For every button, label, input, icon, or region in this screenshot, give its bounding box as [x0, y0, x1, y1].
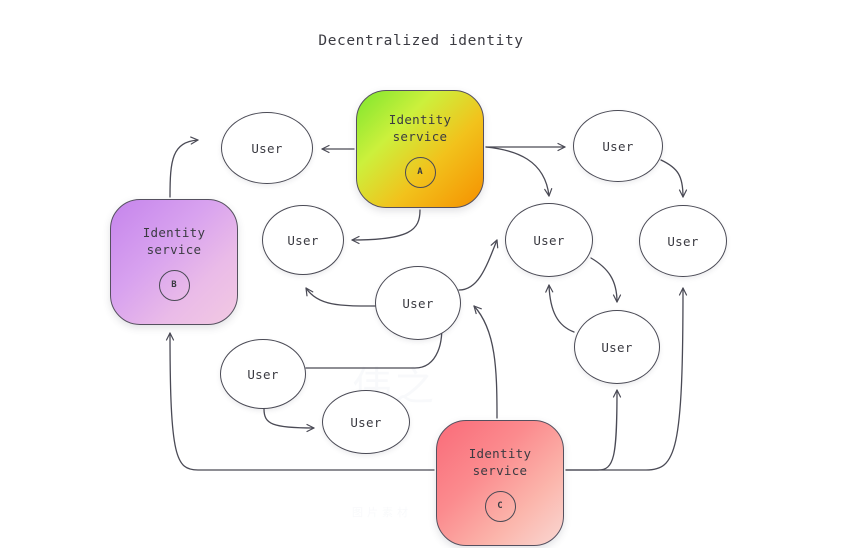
edge-u4-to-u7	[590, 257, 622, 303]
user-node-u3[interactable]: User	[262, 205, 344, 275]
user-node-u5[interactable]: User	[639, 205, 727, 277]
identity-service-c[interactable]: Identity service C	[436, 420, 564, 546]
edge-b-to-u1	[169, 136, 199, 198]
user-node-u6[interactable]: User	[375, 266, 461, 340]
user-node-label: User	[402, 295, 434, 311]
identity-service-a[interactable]: Identity service A	[356, 90, 484, 208]
identity-service-badge-a: A	[404, 156, 436, 188]
user-node-label: User	[251, 140, 283, 156]
user-node-label: User	[533, 232, 565, 248]
edge-u8-to-u9	[263, 408, 315, 433]
diagram-canvas: Decentralized identity 伟之 图片素材 User User…	[0, 0, 842, 548]
user-node-u7[interactable]: User	[574, 310, 660, 384]
identity-service-title: Identity service	[388, 111, 452, 144]
user-node-label: User	[602, 138, 634, 154]
identity-service-badge-c: C	[484, 490, 516, 522]
edge-a-to-u4	[485, 146, 553, 197]
user-node-label: User	[601, 339, 633, 355]
edge-c-to-u6	[473, 305, 498, 419]
identity-service-title: Identity service	[142, 224, 206, 257]
user-node-u9[interactable]: User	[322, 390, 410, 454]
user-node-u4[interactable]: User	[505, 203, 593, 277]
identity-service-title: Identity service	[468, 445, 532, 478]
edge-u6-to-u3	[305, 287, 376, 307]
user-node-label: User	[667, 233, 699, 249]
edge-u6-to-u4	[458, 239, 499, 291]
edge-a-to-u3	[351, 209, 421, 245]
edge-u7-to-u4	[545, 284, 575, 333]
edge-c-to-u7	[565, 389, 622, 471]
user-node-label: User	[350, 414, 382, 430]
user-node-label: User	[247, 366, 279, 382]
edge-u2-to-u5	[660, 159, 688, 198]
identity-service-badge-b: B	[158, 269, 190, 301]
user-node-label: User	[287, 232, 319, 248]
user-node-u2[interactable]: User	[573, 110, 663, 182]
user-node-u8[interactable]: User	[220, 339, 306, 409]
identity-service-b[interactable]: Identity service B	[110, 199, 238, 325]
user-node-u1[interactable]: User	[221, 112, 313, 184]
